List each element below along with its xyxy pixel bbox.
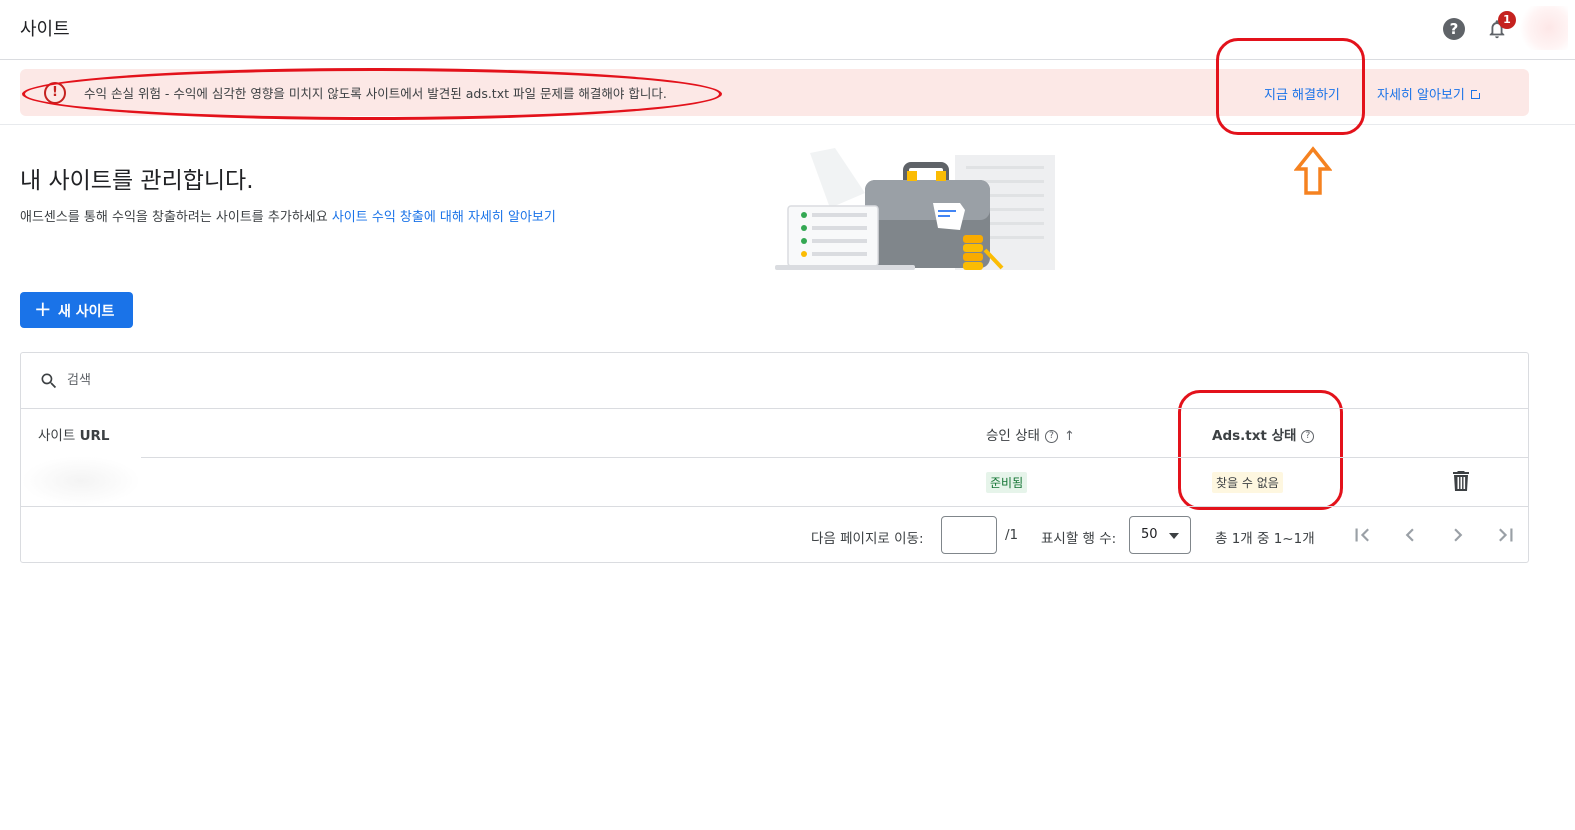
plus-icon: + <box>34 297 52 321</box>
page-title: 사이트 <box>20 19 70 40</box>
learn-more-label: 자세히 알아보기 <box>1377 88 1465 103</box>
site-url-redacted[interactable] <box>21 456 141 506</box>
rows-per-page-label: 표시할 행 수: <box>1041 531 1117 547</box>
approval-status-badge: 준비됨 <box>986 472 1028 493</box>
first-page-icon[interactable] <box>1349 522 1375 548</box>
alert-message: 수익 손실 위험 - 수익에 심각한 영향을 미치지 않도록 사이트에서 발견된… <box>84 86 667 101</box>
previous-page-icon[interactable] <box>1397 522 1423 548</box>
page-number-input[interactable] <box>941 516 997 554</box>
error-icon: ! <box>44 82 66 104</box>
column-site-url-bold: URL <box>79 428 110 444</box>
sites-table: 사이트 URL 승인 상태?↑ Ads.txt 상태? 준비됨 찾을 수 없음 … <box>20 352 1529 563</box>
learn-more-link[interactable]: 자세히 알아보기 <box>1377 84 1482 103</box>
notification-badge: 1 <box>1498 11 1516 29</box>
table-header: 사이트 URL 승인 상태? ↑ Ads.txt 상태? <box>21 409 1528 458</box>
dropdown-caret-icon <box>1169 533 1179 539</box>
next-page-icon[interactable] <box>1445 522 1471 548</box>
section-description: 애드센스를 통해 수익을 창출하려는 사이트를 추가하세요 사이트 수익 창출에… <box>20 206 556 225</box>
delete-icon[interactable] <box>1452 470 1470 492</box>
avatar[interactable] <box>1520 6 1568 50</box>
help-icon[interactable]: ? <box>1443 18 1465 40</box>
search-icon <box>41 373 57 389</box>
search-bar <box>21 353 1528 409</box>
rows-per-page-select[interactable]: 50 <box>1129 516 1191 554</box>
column-ads-txt-status: Ads.txt 상태? <box>1212 424 1315 444</box>
approval-help-icon[interactable]: ? <box>1044 429 1058 443</box>
fix-now-link[interactable]: 지금 해결하기 <box>1264 84 1340 103</box>
ads-txt-status-badge: 찾을 수 없음 <box>1212 472 1283 493</box>
column-site-url-prefix: 사이트 <box>38 428 76 444</box>
annotation-up-arrow-icon <box>1294 146 1332 195</box>
column-ads-txt-label: Ads.txt 상태 <box>1212 428 1297 444</box>
description-text: 애드센스를 통해 수익을 창출하려는 사이트를 추가하세요 <box>20 210 328 225</box>
divider <box>0 124 1575 125</box>
column-approval-label: 승인 상태 <box>986 428 1040 444</box>
page-total: /1 <box>1005 527 1019 543</box>
ads-txt-help-icon[interactable]: ? <box>1301 429 1315 443</box>
briefcase-illustration <box>775 148 1055 270</box>
new-site-label: 새 사이트 <box>58 304 115 320</box>
table-row: 준비됨 찾을 수 없음 <box>21 456 1528 507</box>
section-heading: 내 사이트를 관리합니다. <box>20 168 254 194</box>
last-page-icon[interactable] <box>1493 522 1519 548</box>
column-site-url: 사이트 URL <box>38 424 110 444</box>
range-label: 총 1개 중 1~1개 <box>1215 531 1315 547</box>
top-bar: 사이트 ? 1 <box>0 0 1575 60</box>
external-link-icon <box>1470 88 1482 99</box>
goto-page-label: 다음 페이지로 이동: <box>811 531 924 547</box>
rows-per-page-value: 50 <box>1141 527 1158 542</box>
search-input[interactable] <box>67 367 667 393</box>
new-site-button[interactable]: + 새 사이트 <box>20 292 133 328</box>
sort-ascending-icon[interactable]: ↑ <box>1064 429 1075 444</box>
pagination-bar: 다음 페이지로 이동: /1 표시할 행 수: 50 총 1개 중 1~1개 <box>21 508 1528 564</box>
column-approval-status[interactable]: 승인 상태? ↑ <box>986 424 1075 444</box>
ads-txt-alert-banner: ! 수익 손실 위험 - 수익에 심각한 영향을 미치지 않도록 사이트에서 발… <box>20 69 1529 116</box>
monetize-learn-more-link[interactable]: 사이트 수익 창출에 대해 자세히 알아보기 <box>332 210 556 225</box>
